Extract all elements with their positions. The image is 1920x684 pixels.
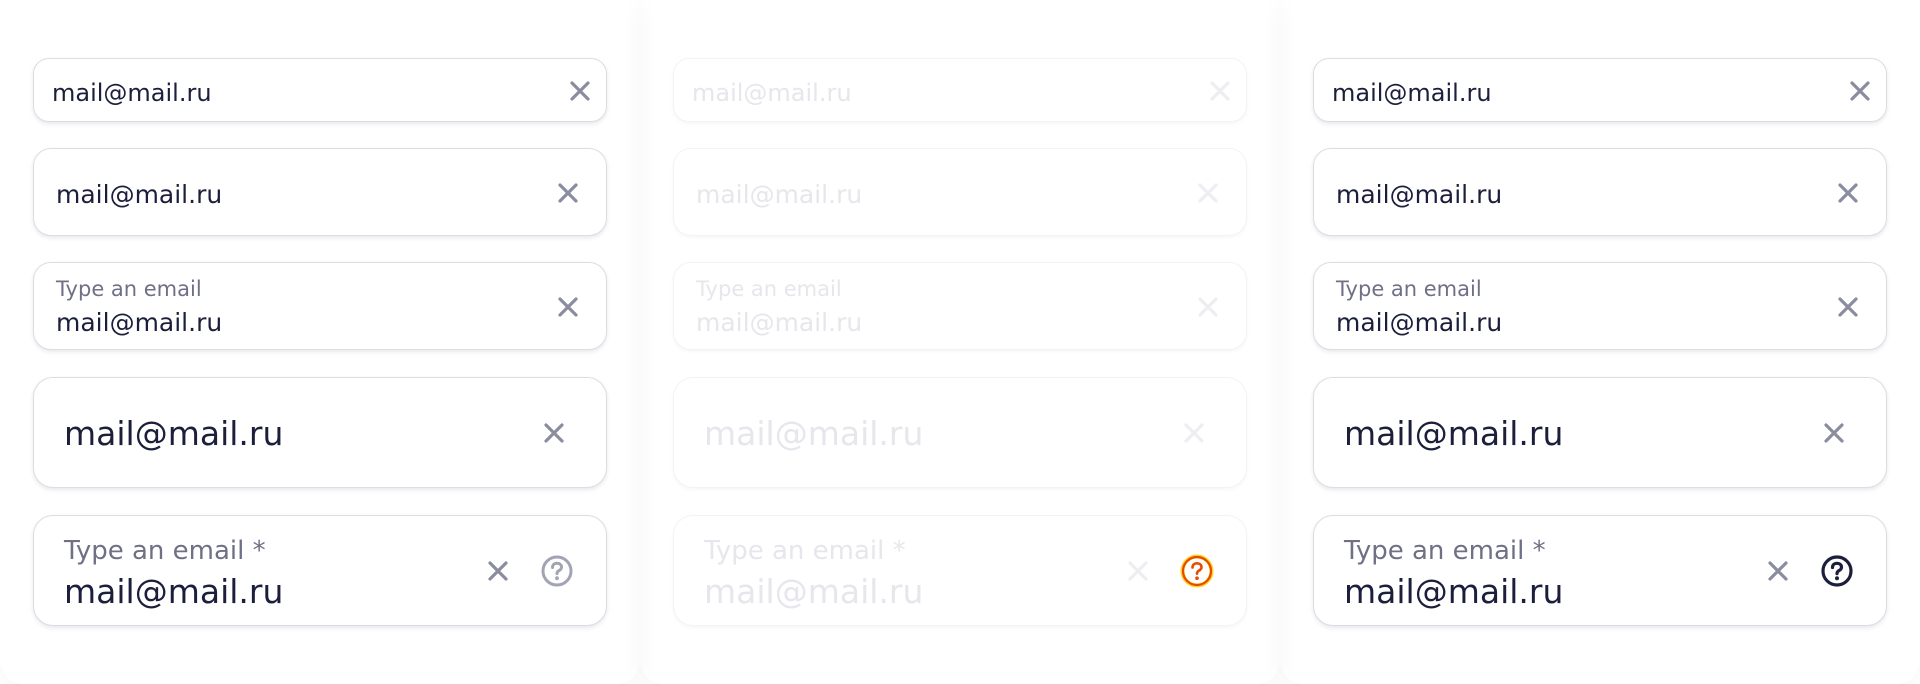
email-field-m[interactable]: Type an email mail@mail.ru: [1313, 262, 1887, 350]
close-icon: [1188, 173, 1228, 213]
close-icon[interactable]: [548, 173, 588, 213]
email-label: Type an email: [1336, 277, 1482, 301]
close-icon[interactable]: [560, 71, 600, 111]
email-value[interactable]: mail@mail.ru: [56, 308, 222, 337]
email-label: Type an email: [56, 277, 202, 301]
email-field-xl[interactable]: Type an email * mail@mail.ru: [33, 515, 607, 626]
email-value[interactable]: mail@mail.ru: [56, 180, 222, 209]
close-icon: [1174, 413, 1214, 453]
email-field-s-disabled: mail@mail.ru: [673, 148, 1247, 236]
close-icon: [1200, 71, 1240, 111]
question-circle-icon[interactable]: [1818, 552, 1856, 590]
email-value: mail@mail.ru: [704, 572, 924, 611]
email-label: Type an email: [696, 277, 842, 301]
email-value[interactable]: mail@mail.ru: [64, 572, 283, 611]
email-field-s[interactable]: mail@mail.ru: [1313, 148, 1887, 236]
email-value[interactable]: mail@mail.ru: [1332, 79, 1492, 107]
email-value[interactable]: mail@mail.ru: [52, 79, 212, 107]
email-value: mail@mail.ru: [704, 414, 924, 453]
email-field-l-disabled: mail@mail.ru: [673, 377, 1247, 488]
close-icon[interactable]: [548, 287, 588, 327]
column-default: mail@mail.ru mail@mail.ru Type an email …: [0, 0, 640, 684]
column-hover: mail@mail.ru mail@mail.ru Type an email …: [1280, 0, 1920, 684]
email-value[interactable]: mail@mail.ru: [1336, 180, 1502, 209]
email-field-l[interactable]: mail@mail.ru: [33, 377, 607, 488]
close-icon[interactable]: [1828, 287, 1868, 327]
email-value[interactable]: mail@mail.ru: [1336, 308, 1502, 337]
email-value[interactable]: mail@mail.ru: [1344, 414, 1563, 453]
email-value: mail@mail.ru: [692, 79, 852, 107]
close-icon: [1188, 287, 1228, 327]
email-value[interactable]: mail@mail.ru: [1344, 572, 1563, 611]
question-circle-icon[interactable]: [1178, 552, 1216, 590]
email-field-xs[interactable]: mail@mail.ru: [33, 58, 607, 122]
email-value[interactable]: mail@mail.ru: [64, 414, 283, 453]
column-disabled: mail@mail.ru mail@mail.ru Type an email …: [640, 0, 1280, 684]
email-label: Type an email *: [704, 536, 906, 566]
close-icon[interactable]: [1758, 551, 1798, 591]
email-field-m[interactable]: Type an email mail@mail.ru: [33, 262, 607, 350]
close-icon[interactable]: [478, 551, 518, 591]
email-field-xl[interactable]: Type an email * mail@mail.ru: [1313, 515, 1887, 626]
close-icon[interactable]: [1814, 413, 1854, 453]
close-icon: [1118, 551, 1158, 591]
email-field-s[interactable]: mail@mail.ru: [33, 148, 607, 236]
email-field-xs-disabled: mail@mail.ru: [673, 58, 1247, 122]
email-field-xs[interactable]: mail@mail.ru: [1313, 58, 1887, 122]
email-field-l[interactable]: mail@mail.ru: [1313, 377, 1887, 488]
email-value: mail@mail.ru: [696, 180, 863, 209]
question-circle-icon[interactable]: [538, 552, 576, 590]
close-icon[interactable]: [1828, 173, 1868, 213]
email-label: Type an email *: [1344, 536, 1546, 566]
email-value: mail@mail.ru: [696, 308, 863, 337]
close-icon[interactable]: [1840, 71, 1880, 111]
email-field-xl-disabled: Type an email * mail@mail.ru: [673, 515, 1247, 626]
email-field-m-disabled: Type an email mail@mail.ru: [673, 262, 1247, 350]
email-label: Type an email *: [64, 536, 266, 566]
close-icon[interactable]: [534, 413, 574, 453]
